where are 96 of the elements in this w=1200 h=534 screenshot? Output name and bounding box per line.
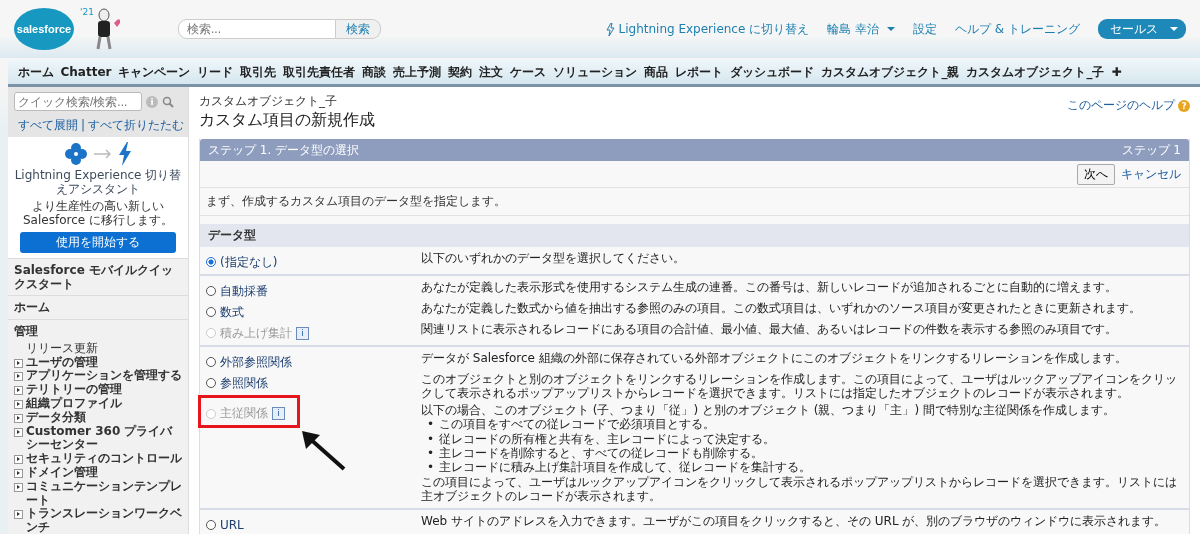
help-icon: ? [1178,99,1190,112]
header-link[interactable]: 輪島 幸治 [827,20,895,38]
nav-tab[interactable]: 取引先責任者 [280,63,359,81]
mascot-year: '21 [80,7,94,17]
radio-button[interactable] [206,257,216,267]
radio-button[interactable] [206,519,216,530]
object-name: カスタムオブジェクト_子 [199,93,338,110]
sidebar-link[interactable]: リリース更新 [26,341,184,356]
description-text: 以下のいずれかのデータ型を選択してください。 [421,251,686,266]
expand-all-link[interactable]: すべて展開 [17,118,78,132]
expand-icon [14,510,23,520]
get-started-button[interactable]: 使用を開始する [20,231,176,253]
description-text: あなたが定義した数式から値を抽出する参照のみの項目。この数式項目は、いずれかのソース項目が変更されたときに更新されます。 [421,301,1142,316]
sidebar-section[interactable]: Salesforce モバイルクイックスタート [8,257,188,296]
sidebar-tree-item[interactable]: ドメイン管理 [14,465,184,480]
radio-label[interactable]: 数式 [220,303,244,321]
section-header: データ型 [200,224,1189,247]
bullet-item: 従レコードの所有権と共有を、主レコードによって決定する。 [439,431,776,446]
sidebar-heading: 管理 [14,322,39,340]
nav-tab[interactable]: カスタムオブジェクト_子 [963,63,1108,81]
sidebar-tree-item[interactable]: トランスレーションワークベンチ [14,507,184,534]
help-link[interactable]: このページのヘルプ ? [1067,97,1190,114]
nav-tab[interactable]: ダッシュボード [727,63,818,81]
page-title: カスタム項目の新規作成 [199,110,375,131]
assistant-text: より生産性の高い新しい Salesforce に移行します。 [22,198,174,228]
radio-button[interactable] [206,286,216,296]
nav-tab[interactable]: レポート [672,63,727,81]
next-button[interactable]: 次へ [1077,163,1115,185]
sidebar-tree-item[interactable]: テリトリーの管理 [14,383,184,397]
info-icon: i [272,407,285,421]
radio-label[interactable]: (指定なし) [220,253,278,271]
search-field[interactable]: 検索... [178,19,336,39]
search-button[interactable]: 検索 [336,19,381,39]
sidebar-tree-item[interactable]: 組織プロファイル [14,396,184,411]
nav-tab[interactable]: キャンペーン [115,63,194,81]
nav-tab[interactable]: ソリューション [550,63,641,81]
radio-button[interactable] [206,378,216,388]
nav-tab[interactable]: 商品 [641,63,672,81]
bullet-mark: • [427,445,435,461]
nav-tab[interactable]: リード [194,63,237,81]
nav-tab[interactable]: ケース [507,63,550,81]
bullet-mark: • [427,460,435,475]
sidebar-tree-item[interactable]: データ分類 [14,410,184,425]
description-text: このオブジェクトと別のオブジェクトをリンクするリレーションを作成します。この項目によって、ユーザはルックアップアイコンをクリックして表示されるポップアップリストからレコードを選択できます。リストには指定したオブジェクトのレコードが表示されます。 [421,372,1178,401]
intro-text: まず、作成するカスタム項目のデータ型を指定します。 [200,188,1189,216]
collapse-all-link[interactable]: すべて折りたたむ [88,118,184,132]
radio-label[interactable]: URL [220,517,244,532]
app-menu-button[interactable]: セールス [1098,19,1186,39]
bullet-item: この項目をすべての従レコードで必須項目とする。 [439,417,716,432]
lightning-bolt-icon [118,142,132,166]
step-title: ステップ 1. データ型の選択 [208,141,360,159]
nav-tab[interactable]: 取引先 [237,63,280,81]
radio-label[interactable]: 参照関係 [220,374,268,392]
nav-tab[interactable]: 注文 [476,63,507,81]
bullet-mark: • [427,417,435,432]
nav-tab[interactable]: ホーム [14,63,57,81]
nav-tab[interactable]: 売上予測 [390,63,445,81]
sidebar-tree-item[interactable]: コミュニケーションテンプレート [14,479,184,508]
radio-label[interactable]: 外部参照関係 [220,353,292,371]
lightning-bolt-icon [605,22,615,36]
description-text: あなたが定義した表示形式を使用するシステム生成の連番。この番号は、新しいレコードが追加されるごとに自動的に増えます。 [421,280,1118,295]
bullet-item: 主レコードを削除すると、すべての従レコードも削除する。 [439,445,764,461]
bullet-mark: • [427,431,435,446]
radio-label[interactable]: 自動採番 [220,282,268,300]
nav-tab[interactable]: 商談 [359,63,390,81]
sidebar-section[interactable]: ホーム [8,295,188,319]
cancel-link[interactable]: キャンセル [1121,165,1181,183]
sidebar-tree-item[interactable]: Customer 360 プライバシーセンター [14,424,184,453]
flower-icon [64,142,88,166]
description-text: データが Salesforce 組織の外部に保存されている外部オブジェクトにこのオブジェクトをリンクするリレーションを作成します。 [421,351,1128,366]
radio-button[interactable] [206,357,216,367]
pointer-arrow [300,429,346,472]
nav-tab[interactable]: カスタムオブジェクト_親 [818,63,963,81]
radio-button[interactable] [206,307,216,317]
quick-search-field[interactable]: クイック検索/検索... [14,92,142,111]
search-icon [162,95,174,108]
description-note: この項目によって、ユーザはルックアップアイコンをクリックして表示されるポップアップリストからレコードを選択できます。リストには主オブジェクトのレコードが表示されます。 [421,474,1178,504]
nav-tab[interactable]: 契約 [445,63,476,81]
sidebar-tree-item[interactable]: セキュリティのコントロール [14,452,184,466]
info-icon: i [296,326,309,340]
info-icon: i [146,95,158,108]
assistant-title: Lightning Experience 切り替えアシスタント [14,168,182,197]
nav-tab[interactable]: Chatter [57,65,115,79]
sidebar-tree-item[interactable]: アプリケーションを管理する [14,369,184,384]
description-text: Web サイトのアドレスを入力できます。ユーザがこの項目をクリックすると、その URL が、別のブラウザのウィンドウに表示されます。 [421,513,1168,528]
separator: | [80,118,85,132]
description-text: 関連リストに表示されるレコードにある項目の合計値、最小値、最大値、あるいはレコードの件数を表示する参照のみ項目です。 [421,322,1118,337]
header-link[interactable]: 設定 [913,20,937,38]
step-counter: ステップ 1 [1121,141,1181,159]
description-text: 以下の場合、このオブジェクト (子、つまり「従」) と別のオブジェクト (親、つまり「主」) 間で特別な主従関係を作成します。 [421,402,1116,418]
header-link[interactable]: ヘルプ & トレーニング [955,20,1080,38]
nav-tab[interactable]: ✚ [1108,65,1126,79]
header-link[interactable]: Lightning Experience に切り替え [605,20,810,38]
arrow-right-icon [94,149,112,159]
sidebar-tree-item[interactable]: ユーザの管理 [14,355,184,370]
bullet-item: 主レコードに積み上げ集計項目を作成して、従レコードを集計する。 [439,460,812,475]
